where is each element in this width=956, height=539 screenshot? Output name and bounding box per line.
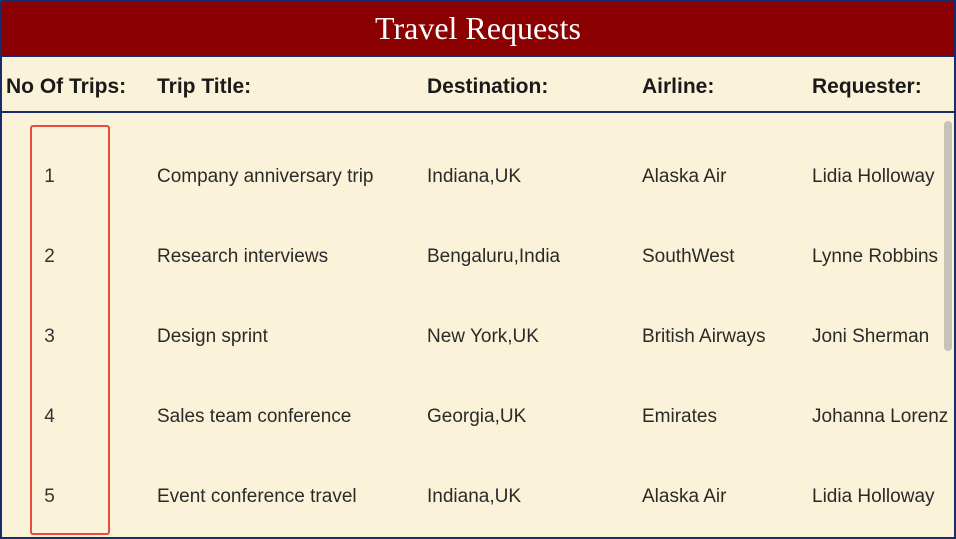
page-title: Travel Requests	[2, 2, 954, 57]
cell-no: 5	[2, 486, 157, 508]
cell-title: Design sprint	[157, 326, 427, 348]
cell-req: Johanna Lorenz	[812, 406, 954, 428]
table-row[interactable]: 2 Research interviews Bengaluru,India So…	[2, 217, 954, 297]
cell-dest: Indiana,UK	[427, 166, 642, 188]
cell-no: 1	[2, 166, 157, 188]
rows-container: 1 Company anniversary trip Indiana,UK Al…	[2, 113, 954, 537]
header-no-of-trips: No Of Trips:	[2, 75, 157, 99]
vertical-scrollbar[interactable]	[944, 121, 952, 351]
cell-req: Lidia Holloway	[812, 486, 954, 508]
header-airline: Airline:	[642, 75, 812, 99]
cell-dest: Bengaluru,India	[427, 246, 642, 268]
table-header-row: No Of Trips: Trip Title: Destination: Ai…	[2, 57, 954, 113]
table-row[interactable]: 5 Event conference travel Indiana,UK Ala…	[2, 457, 954, 537]
cell-no: 2	[2, 246, 157, 268]
header-requester: Requester:	[812, 75, 954, 99]
table-body: 1 Company anniversary trip Indiana,UK Al…	[2, 113, 954, 537]
cell-dest: New York,UK	[427, 326, 642, 348]
header-trip-title: Trip Title:	[157, 75, 427, 99]
cell-req: Lidia Holloway	[812, 166, 954, 188]
cell-no: 4	[2, 406, 157, 428]
cell-title: Company anniversary trip	[157, 166, 427, 188]
cell-air: SouthWest	[642, 246, 812, 268]
cell-air: Alaska Air	[642, 166, 812, 188]
cell-dest: Indiana,UK	[427, 486, 642, 508]
cell-no: 3	[2, 326, 157, 348]
cell-dest: Georgia,UK	[427, 406, 642, 428]
cell-title: Event conference travel	[157, 486, 427, 508]
cell-air: Alaska Air	[642, 486, 812, 508]
cell-air: Emirates	[642, 406, 812, 428]
table-row[interactable]: 4 Sales team conference Georgia,UK Emira…	[2, 377, 954, 457]
cell-req: Joni Sherman	[812, 326, 954, 348]
table-row[interactable]: 3 Design sprint New York,UK British Airw…	[2, 297, 954, 377]
header-destination: Destination:	[427, 75, 642, 99]
cell-title: Sales team conference	[157, 406, 427, 428]
cell-req: Lynne Robbins	[812, 246, 954, 268]
cell-air: British Airways	[642, 326, 812, 348]
travel-requests-panel: Travel Requests No Of Trips: Trip Title:…	[0, 0, 956, 539]
table-row[interactable]: 1 Company anniversary trip Indiana,UK Al…	[2, 137, 954, 217]
cell-title: Research interviews	[157, 246, 427, 268]
